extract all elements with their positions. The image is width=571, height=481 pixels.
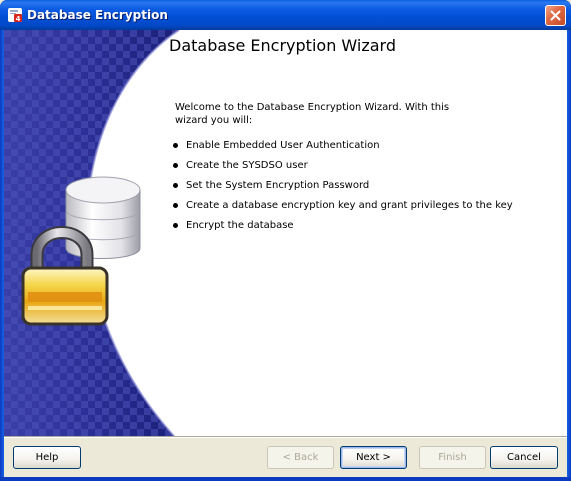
step-label: Set the System Encryption Password <box>186 180 370 191</box>
wizard-content: Database Encryption Wizard Welcome to th… <box>4 30 567 436</box>
step-label: Enable Embedded User Authentication <box>186 140 380 151</box>
dialog-body: Database Encryption Wizard Welcome to th… <box>4 30 567 477</box>
list-item: Set the System Encryption Password <box>172 179 513 199</box>
window-frame-right <box>567 30 571 481</box>
bullet-icon <box>173 183 178 188</box>
help-button[interactable]: Help <box>13 446 81 469</box>
cancel-button[interactable]: Cancel <box>490 446 558 469</box>
svg-text:4: 4 <box>16 15 21 23</box>
bullet-icon <box>173 163 178 168</box>
bullet-icon <box>173 223 178 228</box>
list-item: Encrypt the database <box>172 219 513 239</box>
button-bar-divider <box>4 436 567 438</box>
oracle-app-icon: 4 <box>8 8 22 23</box>
back-button[interactable]: < Back <box>267 446 334 469</box>
finish-button[interactable]: Finish <box>419 446 486 469</box>
intro-text: Welcome to the Database Encryption Wizar… <box>175 102 450 126</box>
step-label: Encrypt the database <box>186 220 294 231</box>
list-item: Enable Embedded User Authentication <box>172 139 513 159</box>
step-label: Create a database encryption key and gra… <box>186 200 513 211</box>
next-button[interactable]: Next > <box>340 446 407 469</box>
window-frame-bottom <box>0 477 571 481</box>
list-item: Create a database encryption key and gra… <box>172 199 513 219</box>
bullet-icon <box>173 143 178 148</box>
wizard-heading: Database Encryption Wizard <box>169 36 396 55</box>
wizard-window: 4 Database Encryption Database Encryptio… <box>0 0 571 481</box>
step-list: Enable Embedded User Authentication Crea… <box>172 139 513 239</box>
bullet-icon <box>173 203 178 208</box>
title-bar[interactable]: 4 Database Encryption <box>0 0 571 30</box>
window-title: Database Encryption <box>27 8 168 22</box>
close-icon <box>550 10 561 21</box>
close-button[interactable] <box>545 5 566 26</box>
step-label: Create the SYSDSO user <box>186 160 308 171</box>
list-item: Create the SYSDSO user <box>172 159 513 179</box>
